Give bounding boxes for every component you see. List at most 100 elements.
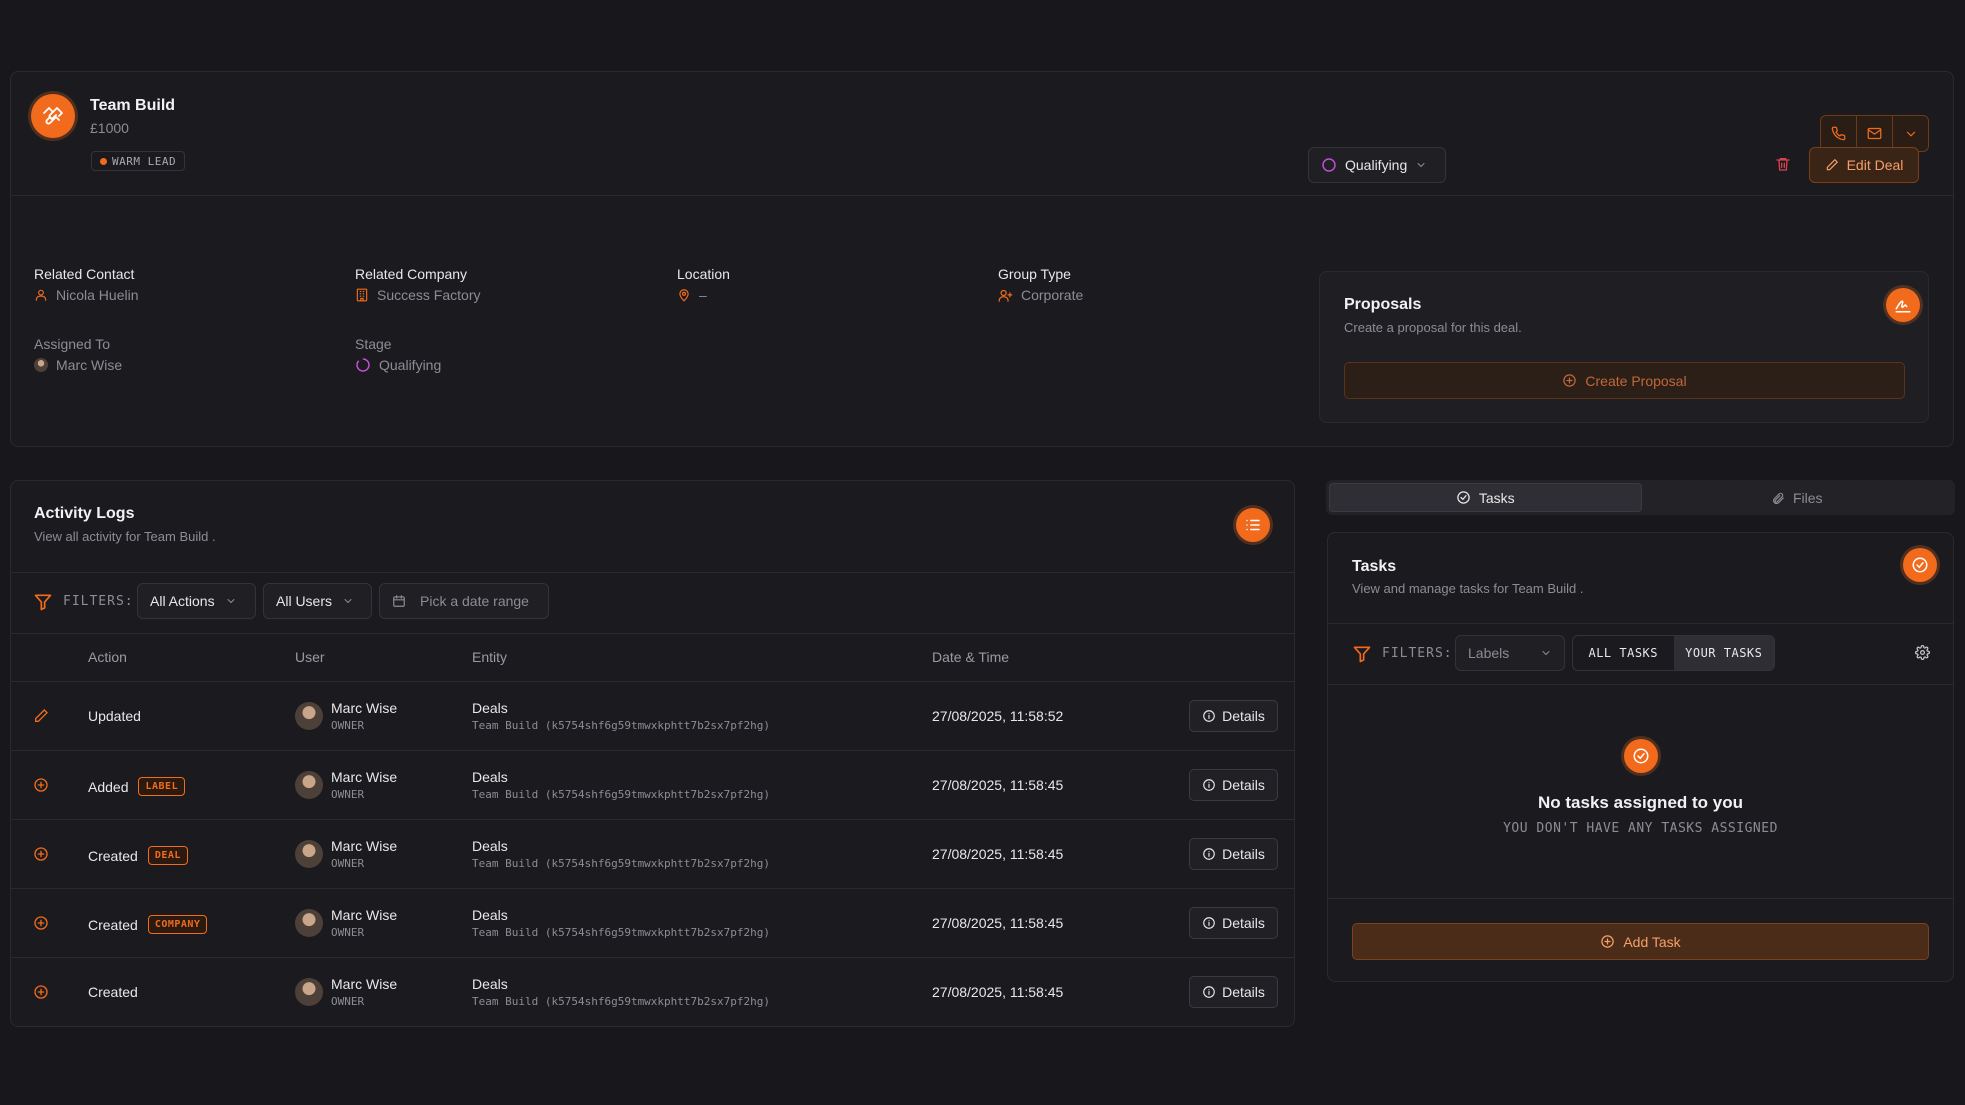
entity-tag: DEAL <box>147 846 188 865</box>
related-company-name: Success Factory <box>377 287 481 303</box>
row-action: Added LABEL <box>88 777 186 796</box>
empty-state-subtitle: YOU DON'T HAVE ANY TASKS ASSIGNED <box>1503 821 1778 836</box>
divider <box>1328 623 1953 624</box>
avatar <box>295 771 323 799</box>
map-pin-icon <box>679 289 689 302</box>
plus-circle-icon <box>34 778 48 792</box>
chevron-down-icon <box>1906 131 1915 137</box>
check-circle-icon <box>1903 548 1937 582</box>
related-company-label: Related Company <box>355 266 468 282</box>
avatar <box>295 978 323 1006</box>
user-name: Marc Wise <box>331 838 398 854</box>
stage-progress-icon <box>1322 158 1336 172</box>
users-filter-dropdown[interactable]: All Users <box>263 583 372 619</box>
building-icon <box>356 288 368 302</box>
activity-logs-card: Activity Logs View all activity for Team… <box>10 480 1295 1027</box>
tab-tasks[interactable]: Tasks <box>1329 483 1642 512</box>
chevron-down-icon <box>1542 651 1550 656</box>
row-action: Created DEAL <box>88 846 188 865</box>
filters-label: FILTERS: <box>1382 646 1453 661</box>
entity-id: Team Build (k5754shf6g59tmwxkphtt7b2sx7p… <box>472 995 771 1008</box>
location-label: Location <box>677 266 730 282</box>
related-company-value[interactable]: Success Factory <box>355 287 480 303</box>
filters-label: FILTERS: <box>63 594 134 609</box>
actions-filter-value: All Actions <box>150 593 215 609</box>
user-role: OWNER <box>331 926 365 939</box>
avatar <box>295 702 323 730</box>
phone-button[interactable] <box>1821 116 1857 151</box>
date-range-picker[interactable]: Pick a date range <box>379 583 549 619</box>
user-role: OWNER <box>331 995 365 1008</box>
all-tasks-toggle[interactable]: ALL TASKS <box>1573 636 1674 670</box>
details-button[interactable]: Details <box>1189 700 1278 732</box>
handshake-icon <box>31 94 75 138</box>
column-header-user: User <box>295 649 325 665</box>
edit-deal-button[interactable]: Edit Deal <box>1809 147 1919 183</box>
group-type-text: Corporate <box>1021 287 1084 303</box>
entity-id: Team Build (k5754shf6g59tmwxkphtt7b2sx7p… <box>472 857 771 870</box>
row-action: Updated <box>88 708 141 724</box>
table-row: Created COMPANY Marc Wise OWNER Deals Te… <box>11 888 1294 957</box>
details-button[interactable]: Details <box>1189 976 1278 1008</box>
user-name: Marc Wise <box>331 700 398 716</box>
info-icon <box>1203 986 1215 998</box>
users-filter-value: All Users <box>276 593 333 609</box>
labels-filter-dropdown[interactable]: Labels <box>1455 635 1565 671</box>
add-task-button[interactable]: Add Task <box>1352 923 1929 960</box>
gear-icon <box>1915 645 1930 661</box>
plus-circle-icon <box>34 985 48 999</box>
tasks-card: Tasks View and manage tasks for Team Bui… <box>1327 532 1954 982</box>
trash-icon <box>1776 157 1790 171</box>
mail-icon <box>1867 127 1882 140</box>
email-button[interactable] <box>1857 116 1893 151</box>
check-circle-icon <box>1457 491 1470 504</box>
details-button[interactable]: Details <box>1189 769 1278 801</box>
actions-filter-dropdown[interactable]: All Actions <box>137 583 256 619</box>
empty-state-title: No tasks assigned to you <box>1538 793 1743 812</box>
assigned-to-value[interactable]: Marc Wise <box>34 357 122 373</box>
create-proposal-button[interactable]: Create Proposal <box>1344 362 1905 399</box>
entity-id: Team Build (k5754shf6g59tmwxkphtt7b2sx7p… <box>472 719 771 732</box>
tasks-files-tabs: Tasks Files <box>1326 480 1955 515</box>
location-text: – <box>699 287 707 303</box>
related-contact-name: Nicola Huelin <box>56 287 139 303</box>
stage-select-value: Qualifying <box>1345 157 1408 173</box>
plus-circle-icon <box>1563 374 1577 387</box>
user-name: Marc Wise <box>331 769 398 785</box>
details-button[interactable]: Details <box>1189 907 1278 939</box>
table-row: Created DEAL Marc Wise OWNER Deals Team … <box>11 819 1294 888</box>
stage-select[interactable]: Qualifying <box>1308 147 1446 183</box>
row-action: Created COMPANY <box>88 915 208 934</box>
user-plus-icon <box>998 289 1013 302</box>
header-divider <box>11 195 1953 196</box>
details-label: Details <box>1222 846 1265 862</box>
your-tasks-toggle[interactable]: YOUR TASKS <box>1673 636 1774 670</box>
activity-subtitle: View all activity for Team Build . <box>34 529 216 544</box>
related-contact-value[interactable]: Nicola Huelin <box>34 287 138 303</box>
table-row: Created Marc Wise OWNER Deals Team Build… <box>11 957 1294 1026</box>
details-button[interactable]: Details <box>1189 838 1278 870</box>
edit-deal-label: Edit Deal <box>1846 157 1904 173</box>
action-text: Updated <box>88 708 141 724</box>
related-contact-label: Related Contact <box>34 266 135 282</box>
task-settings-button[interactable] <box>1915 644 1930 662</box>
divider <box>11 633 1294 634</box>
tab-files[interactable]: Files <box>1642 483 1953 512</box>
entity-name: Deals <box>472 769 508 785</box>
entity-tag: LABEL <box>138 777 186 796</box>
action-text: Created <box>88 916 138 933</box>
deal-title: Team Build <box>90 97 176 114</box>
chevron-down-icon <box>1417 163 1425 168</box>
stage-text: Qualifying <box>379 357 442 373</box>
delete-deal-button[interactable] <box>1775 155 1791 173</box>
proposals-subtitle: Create a proposal for this deal. <box>1344 320 1522 335</box>
activity-title: Activity Logs <box>34 505 135 522</box>
avatar <box>295 909 323 937</box>
table-row: Updated Marc Wise OWNER Deals Team Build… <box>11 681 1294 750</box>
table-row: Added LABEL Marc Wise OWNER Deals Team B… <box>11 750 1294 819</box>
plus-circle-icon <box>34 916 48 930</box>
stage-progress-icon <box>356 358 370 372</box>
more-actions-button[interactable] <box>1893 116 1928 151</box>
deal-amount: £1000 <box>90 120 129 136</box>
details-label: Details <box>1222 708 1265 724</box>
